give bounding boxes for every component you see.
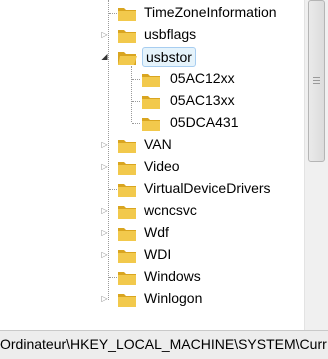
tree-item-windows[interactable]: Windows — [0, 266, 304, 288]
tree-item-label: WDI — [144, 246, 172, 262]
folder-icon — [117, 225, 137, 242]
tree-item-05dca431[interactable]: 05DCA431 — [0, 112, 304, 134]
tree-connector — [132, 101, 140, 102]
tree-connector — [132, 79, 140, 80]
tree-item-label: Video — [144, 158, 180, 174]
tree-item-label: VAN — [144, 136, 172, 152]
expand-arrow-icon[interactable]: ▷ — [100, 30, 109, 39]
folder-icon — [117, 27, 137, 44]
tree-item-wdi[interactable]: ▷ WDI — [0, 244, 304, 266]
expand-arrow-icon[interactable]: ▷ — [100, 294, 109, 303]
tree-connector — [132, 123, 140, 124]
folder-icon — [141, 93, 161, 110]
tree-item-winlogon[interactable]: ▷ Winlogon — [0, 288, 304, 310]
folder-icon — [117, 247, 137, 264]
tree-item-timezoneinformation[interactable]: TimeZoneInformation — [0, 2, 304, 24]
tree-item-virtualdevicedrivers[interactable]: VirtualDeviceDrivers — [0, 178, 304, 200]
expand-arrow-icon[interactable]: ▷ — [100, 250, 109, 259]
registry-tree[interactable]: TimeZoneInformation ▷ usbflags ◢ usbstor… — [0, 0, 304, 330]
vertical-scrollbar[interactable] — [304, 0, 328, 330]
tree-item-usbstor[interactable]: ◢ usbstor — [0, 46, 304, 68]
scrollbar-grip-icon — [313, 77, 320, 78]
folder-icon — [117, 5, 137, 22]
scrollbar-thumb[interactable] — [308, 0, 325, 162]
tree-item-van[interactable]: ▷ VAN — [0, 134, 304, 156]
tree-item-label: 05AC13xx — [170, 92, 235, 108]
tree-connector — [109, 277, 117, 278]
tree-connector — [109, 189, 117, 190]
status-bar: Ordinateur\HKEY_LOCAL_MACHINE\SYSTEM\Cur… — [0, 330, 328, 359]
tree-item-label: 05AC12xx — [170, 70, 235, 86]
tree-item-label: Wdf — [144, 224, 169, 240]
folder-icon — [141, 71, 161, 88]
folder-icon — [117, 181, 137, 198]
tree-item-label: 05DCA431 — [170, 114, 239, 130]
folder-open-icon — [117, 49, 137, 66]
folder-icon — [117, 137, 137, 154]
tree-item-label: Windows — [144, 268, 201, 284]
tree-item-05ac12xx[interactable]: 05AC12xx — [0, 68, 304, 90]
folder-icon — [117, 291, 137, 308]
expand-arrow-icon[interactable]: ▷ — [100, 228, 109, 237]
tree-connector — [109, 13, 117, 14]
tree-item-label: usbstor — [142, 47, 196, 67]
scrollbar-grip-icon — [313, 80, 320, 81]
tree-item-label: TimeZoneInformation — [144, 4, 277, 20]
tree-item-wcncsvc[interactable]: ▷ wcncsvc — [0, 200, 304, 222]
tree-item-video[interactable]: ▷ Video — [0, 156, 304, 178]
tree-item-label: usbflags — [144, 26, 197, 42]
folder-icon — [117, 269, 137, 286]
folder-icon — [141, 115, 161, 132]
registry-path: Ordinateur\HKEY_LOCAL_MACHINE\SYSTEM\Cur… — [0, 336, 327, 352]
tree-item-label: Winlogon — [144, 290, 203, 306]
tree-item-usbflags[interactable]: ▷ usbflags — [0, 24, 304, 46]
expand-arrow-icon[interactable]: ▷ — [100, 162, 109, 171]
expand-arrow-icon[interactable]: ▷ — [100, 206, 109, 215]
expand-arrow-icon[interactable]: ▷ — [100, 140, 109, 149]
folder-icon — [117, 203, 137, 220]
collapse-arrow-icon[interactable]: ◢ — [100, 52, 109, 61]
tree-item-05ac13xx[interactable]: 05AC13xx — [0, 90, 304, 112]
folder-icon — [117, 159, 137, 176]
tree-item-label: wcncsvc — [144, 202, 197, 218]
tree-item-label: VirtualDeviceDrivers — [144, 180, 271, 196]
tree-item-wdf[interactable]: ▷ Wdf — [0, 222, 304, 244]
scrollbar-grip-icon — [313, 83, 320, 84]
